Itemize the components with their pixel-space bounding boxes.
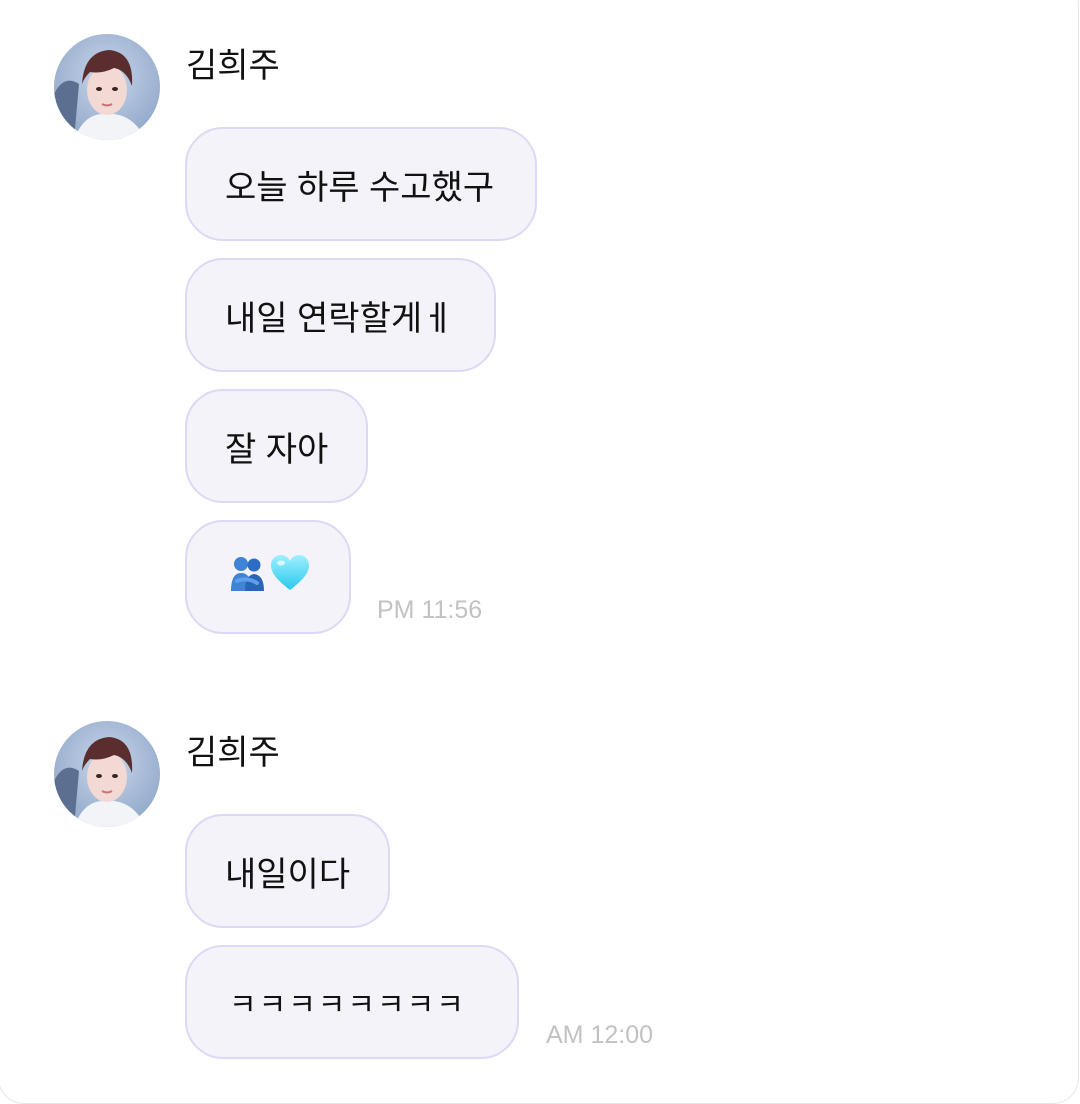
message-timestamp: PM 11:56 — [377, 596, 483, 624]
profile-photo-icon[interactable] — [54, 34, 160, 140]
message-timestamp: AM 12:00 — [546, 1021, 654, 1049]
light-blue-heart-icon — [269, 553, 311, 602]
emoji-message-bubble[interactable] — [185, 520, 351, 634]
chat-panel — [0, 0, 1079, 1104]
message-bubble[interactable]: 오늘 하루 수고했구 — [185, 127, 537, 241]
message-bubble[interactable]: 내일이다 — [185, 814, 390, 928]
people-hugging-icon — [227, 553, 267, 602]
message-text: 내일이다 — [225, 855, 351, 894]
message-text: 내일 연락할게ㅔ — [225, 299, 454, 338]
message-bubble[interactable]: 내일 연락할게ㅔ — [185, 258, 496, 372]
message-bubble[interactable]: ㅋㅋㅋㅋㅋㅋㅋㅋ — [185, 945, 519, 1059]
profile-photo-icon[interactable] — [54, 721, 160, 827]
sender-name: 김희주 — [186, 734, 280, 772]
emoji-row — [227, 553, 311, 602]
message-text: 잘 자아 — [225, 430, 329, 469]
message-text: 오늘 하루 수고했구 — [225, 168, 495, 207]
sender-name: 김희주 — [186, 47, 280, 85]
message-bubble[interactable]: 잘 자아 — [185, 389, 368, 503]
message-text: ㅋㅋㅋㅋㅋㅋㅋㅋ — [229, 989, 466, 1022]
